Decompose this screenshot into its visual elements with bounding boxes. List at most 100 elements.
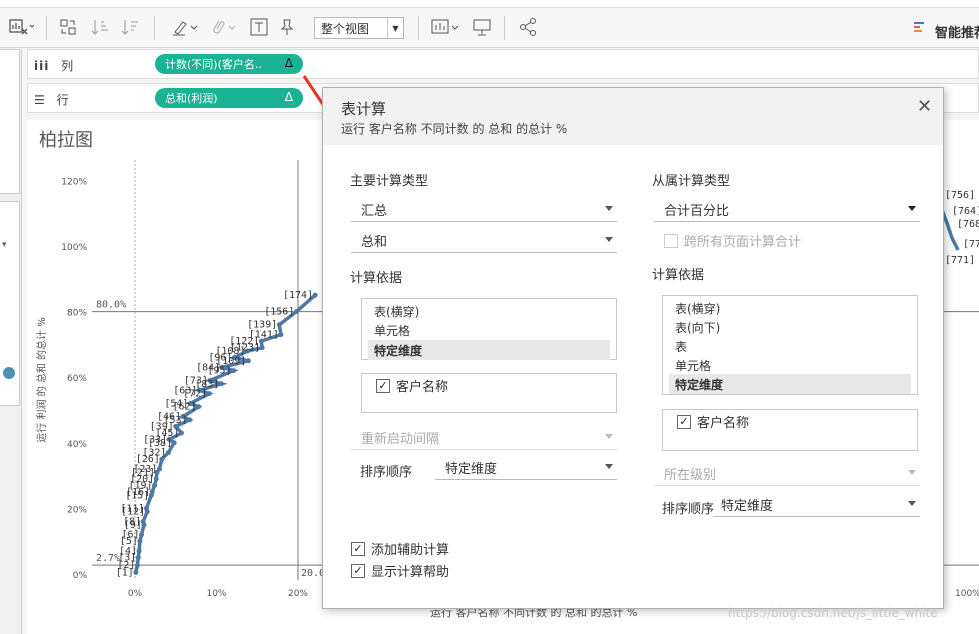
data-label: [72]	[183, 389, 207, 400]
restart-every-select[interactable]: 重新启动间隔	[351, 426, 617, 450]
data-label: [764]	[952, 206, 979, 217]
show-calc-assistance-row[interactable]: ✓ 显示计算帮助	[351, 561, 449, 580]
add-secondary-calc-row[interactable]: ✓ 添加辅助计算	[351, 539, 449, 558]
close-icon[interactable]: ✕	[917, 96, 932, 117]
presentation-icon[interactable]	[470, 14, 494, 40]
data-label: [95]	[208, 366, 232, 377]
compute-option-specific-dimensions[interactable]: 特定维度	[669, 374, 911, 394]
view-fit-select[interactable]: 整个视图 ▼	[314, 17, 404, 39]
columns-pill-label: 计数(不同)(客户名..	[165, 58, 262, 71]
text-label-icon[interactable]	[248, 14, 270, 40]
columns-pill[interactable]: 计数(不同)(客户名.. Δ	[155, 54, 303, 74]
primary-sort-select[interactable]: 特定维度	[435, 456, 617, 480]
x-tick-label: 10%	[206, 589, 226, 599]
compute-option-table-across[interactable]: 表(横穿)	[669, 298, 911, 318]
checkbox-checked-icon[interactable]: ✓	[677, 414, 691, 429]
data-point	[178, 430, 184, 436]
highlight-icon[interactable]	[168, 14, 202, 40]
dialog-header: 表计算 运行 客户名称 不同计数 的 总和 的总计 % ✕	[323, 88, 943, 145]
checkbox-checked-icon[interactable]: ✓	[351, 541, 365, 556]
columns-shelf[interactable]: iii 列 计数(不同)(客户名.. Δ	[27, 49, 979, 79]
toolbar-separator	[418, 16, 419, 40]
y-tick-label: 40%	[67, 440, 87, 450]
secondary-compute-list[interactable]: 表(横穿) 表(向下) 表 单元格 特定维度	[662, 295, 918, 395]
data-point	[206, 391, 212, 397]
data-point	[312, 292, 318, 298]
secondary-compute-using-heading: 计算依据	[652, 268, 705, 283]
watermark: https://blog.csdn.net/js_little_white	[728, 606, 938, 620]
show-me-icon[interactable]	[912, 14, 928, 40]
chevron-down-icon	[605, 464, 613, 469]
secondary-sort-select[interactable]: 特定维度	[713, 493, 920, 517]
data-label: [123]	[230, 343, 260, 354]
primary-sort-value: 特定维度	[445, 462, 498, 477]
secondary-calc-heading: 从属计算类型	[652, 174, 731, 189]
show-me-label[interactable]: 智能推荐	[935, 22, 979, 41]
data-point	[259, 345, 265, 351]
compute-across-pages-label: 跨所有页面计算合计	[684, 235, 802, 250]
data-label: [174]	[283, 290, 313, 301]
data-label: [23]	[133, 464, 157, 475]
checkbox-checked-icon[interactable]: ✓	[351, 563, 365, 578]
table-calc-delta-icon: Δ	[284, 90, 293, 104]
data-point	[136, 548, 142, 554]
data-label: [756]	[945, 190, 975, 201]
dimension-label: 客户名称	[697, 416, 750, 431]
checkbox-checked-icon[interactable]: ✓	[376, 378, 390, 393]
table-calc-delta-icon: Δ	[284, 56, 293, 70]
restart-every-label: 重新启动间隔	[361, 432, 440, 447]
data-label: [45]	[155, 428, 179, 439]
data-label: [62]	[172, 402, 196, 413]
toolbar-separator	[504, 16, 505, 40]
data-point	[171, 440, 177, 446]
show-labels-icon[interactable]	[428, 14, 464, 40]
compute-option-table-down[interactable]: 表(向下)	[669, 317, 911, 337]
swap-axes-icon[interactable]	[56, 14, 80, 40]
compute-option-cell[interactable]: 单元格	[368, 320, 610, 340]
primary-compute-using-heading: 计算依据	[350, 271, 403, 286]
add-secondary-calc-label: 添加辅助计算	[371, 543, 450, 558]
pin-icon[interactable]	[276, 14, 298, 40]
compute-option-specific-dimensions[interactable]: 特定维度	[368, 340, 610, 360]
chevron-down-icon	[605, 206, 613, 211]
compute-option-table[interactable]: 表	[669, 336, 911, 356]
rows-pill[interactable]: 总和(利润) Δ	[155, 88, 303, 108]
data-label: [77	[963, 239, 979, 250]
data-point	[245, 358, 251, 364]
chevron-down-icon[interactable]: ▾	[2, 240, 7, 250]
pages-card	[0, 49, 20, 194]
sort-descending-icon[interactable]	[118, 14, 142, 40]
primary-calc-type-select[interactable]: 汇总	[351, 198, 617, 222]
rows-shelf-label: ☰ 行	[34, 93, 69, 107]
marks-card: ▾	[0, 201, 20, 406]
compute-option-table-across[interactable]: 表(横穿)	[368, 301, 610, 321]
primary-calc-heading: 主要计算类型	[350, 174, 429, 189]
sort-ascending-icon[interactable]	[88, 14, 112, 40]
y-tick-label: 100%	[61, 243, 87, 253]
share-icon[interactable]	[516, 14, 540, 40]
color-swatch[interactable]	[3, 367, 15, 379]
data-point	[276, 322, 282, 328]
data-point	[293, 309, 299, 315]
compute-option-cell[interactable]: 单元格	[669, 355, 911, 375]
checkbox-unchecked-icon[interactable]	[664, 233, 678, 248]
toolbar: 整个视图 ▼ 智能推荐	[0, 8, 979, 48]
show-calc-assistance-label: 显示计算帮助	[371, 565, 450, 580]
data-point	[139, 532, 145, 538]
x-tick-label: 100%	[955, 589, 979, 599]
secondary-calc-type-value: 合计百分比	[664, 204, 730, 219]
data-point	[165, 450, 171, 456]
secondary-calc-type-select[interactable]: 合计百分比	[654, 198, 920, 222]
aggregation-value: 总和	[361, 235, 388, 250]
dimension-customer-name-row[interactable]: ✓ 客户名称	[376, 376, 448, 395]
dimension-customer-name-row[interactable]: ✓ 客户名称	[677, 412, 749, 431]
data-point	[218, 381, 224, 387]
aggregation-select[interactable]: 总和	[351, 229, 617, 253]
primary-dimension-list: ✓ 客户名称	[361, 373, 617, 413]
primary-compute-list[interactable]: 表(横穿) 单元格 特定维度	[361, 298, 617, 360]
at-level-select[interactable]: 所在级别	[654, 462, 920, 486]
attachment-icon[interactable]	[206, 14, 240, 40]
menu-bar	[0, 0, 979, 8]
clear-sheet-icon[interactable]	[4, 14, 38, 40]
compute-across-pages-row[interactable]: 跨所有页面计算合计	[664, 231, 801, 250]
